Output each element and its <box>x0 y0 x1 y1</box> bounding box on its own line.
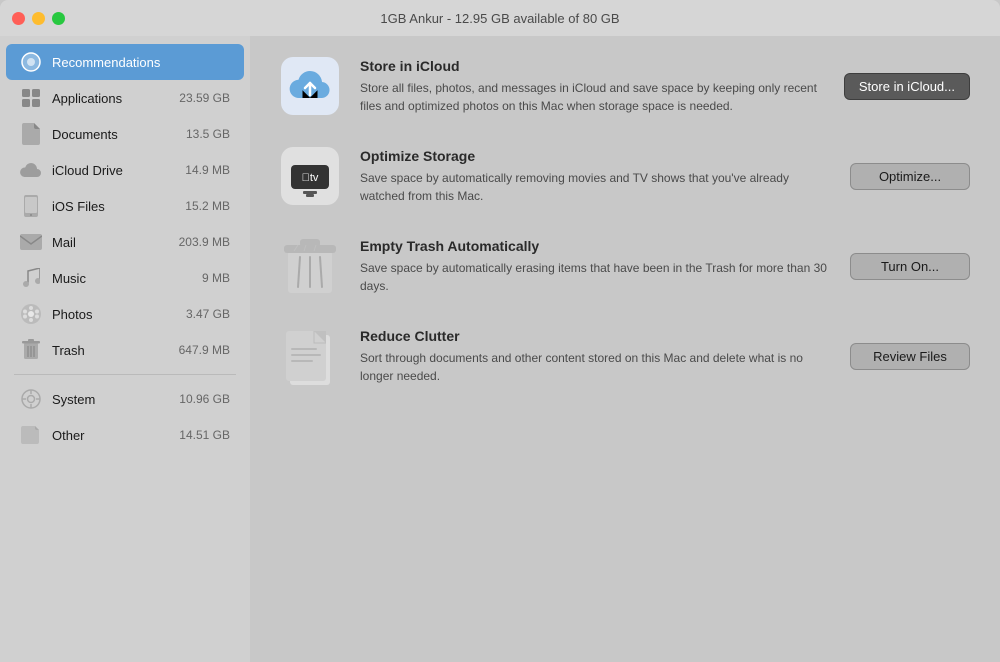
sidebar-size-system: 10.96 GB <box>179 392 230 406</box>
traffic-lights <box>12 12 65 25</box>
sidebar-label-documents: Documents <box>52 127 186 142</box>
maximize-button[interactable] <box>52 12 65 25</box>
sidebar: Recommendations Applications 23.59 GB <box>0 36 250 662</box>
sidebar-label-trash: Trash <box>52 343 179 358</box>
sidebar-item-documents[interactable]: Documents 13.5 GB <box>6 116 244 152</box>
documents-icon <box>20 123 42 145</box>
empty-trash-icon <box>280 236 340 296</box>
reduce-clutter-description: Sort through documents and other content… <box>360 349 830 385</box>
recommendations-panel: Store in iCloud Store all files, photos,… <box>250 36 1000 662</box>
sidebar-label-photos: Photos <box>52 307 186 322</box>
sidebar-label-applications: Applications <box>52 91 179 106</box>
sidebar-item-other[interactable]: Other 14.51 GB <box>6 417 244 453</box>
store-icloud-text: Store in iCloud Store all files, photos,… <box>360 58 824 115</box>
sidebar-size-music: 9 MB <box>202 271 230 285</box>
close-button[interactable] <box>12 12 25 25</box>
sidebar-item-mail[interactable]: Mail 203.9 MB <box>6 224 244 260</box>
photos-icon <box>20 303 42 325</box>
sidebar-label-other: Other <box>52 428 179 443</box>
mail-icon <box>20 231 42 253</box>
sidebar-divider <box>14 374 236 375</box>
sidebar-item-icloud-drive[interactable]: iCloud Drive 14.9 MB <box>6 152 244 188</box>
optimize-storage-description: Save space by automatically removing mov… <box>360 169 830 205</box>
store-icloud-description: Store all files, photos, and messages in… <box>360 79 824 115</box>
sidebar-label-recommendations: Recommendations <box>52 55 230 70</box>
sidebar-label-music: Music <box>52 271 202 286</box>
recommendation-store-icloud: Store in iCloud Store all files, photos,… <box>280 56 970 116</box>
sidebar-item-music[interactable]: Music 9 MB <box>6 260 244 296</box>
optimize-storage-button[interactable]: Optimize... <box>850 163 970 190</box>
sidebar-item-photos[interactable]: Photos 3.47 GB <box>6 296 244 332</box>
system-icon <box>20 388 42 410</box>
sidebar-item-applications[interactable]: Applications 23.59 GB <box>6 80 244 116</box>
store-icloud-icon <box>280 56 340 116</box>
sidebar-size-trash: 647.9 MB <box>179 343 230 357</box>
svg-text:tv: tv <box>302 172 319 184</box>
store-icloud-button[interactable]: Store in iCloud... <box>844 73 970 100</box>
recommendation-empty-trash: Empty Trash Automatically Save space by … <box>280 236 970 296</box>
window-title: 1GB Ankur - 12.95 GB available of 80 GB <box>380 11 619 26</box>
sidebar-size-photos: 3.47 GB <box>186 307 230 321</box>
reduce-clutter-button[interactable]: Review Files <box>850 343 970 370</box>
trash-icon <box>20 339 42 361</box>
other-icon <box>20 424 42 446</box>
icloud-drive-icon <box>20 159 42 181</box>
sidebar-label-system: System <box>52 392 179 407</box>
recommendations-icon <box>20 51 42 73</box>
ios-files-icon <box>20 195 42 217</box>
sidebar-size-icloud-drive: 14.9 MB <box>185 163 230 177</box>
recommendation-reduce-clutter: Reduce Clutter Sort through documents an… <box>280 326 970 386</box>
sidebar-item-trash[interactable]: Trash 647.9 MB <box>6 332 244 368</box>
sidebar-label-mail: Mail <box>52 235 179 250</box>
minimize-button[interactable] <box>32 12 45 25</box>
sidebar-item-recommendations[interactable]: Recommendations <box>6 44 244 80</box>
main-content: Recommendations Applications 23.59 GB <box>0 36 1000 662</box>
sidebar-label-icloud-drive: iCloud Drive <box>52 163 185 178</box>
sidebar-item-system[interactable]: System 10.96 GB <box>6 381 244 417</box>
sidebar-label-ios-files: iOS Files <box>52 199 185 214</box>
empty-trash-button[interactable]: Turn On... <box>850 253 970 280</box>
applications-icon <box>20 87 42 109</box>
reduce-clutter-title: Reduce Clutter <box>360 328 830 344</box>
recommendation-optimize-storage: tv Optimize Storage Save space by autom… <box>280 146 970 206</box>
title-bar: 1GB Ankur - 12.95 GB available of 80 GB <box>0 0 1000 36</box>
store-icloud-title: Store in iCloud <box>360 58 824 74</box>
optimize-storage-text: Optimize Storage Save space by automatic… <box>360 148 830 205</box>
reduce-clutter-icon <box>280 326 340 386</box>
sidebar-size-other: 14.51 GB <box>179 428 230 442</box>
sidebar-size-ios-files: 15.2 MB <box>185 199 230 213</box>
sidebar-size-mail: 203.9 MB <box>179 235 230 249</box>
sidebar-size-documents: 13.5 GB <box>186 127 230 141</box>
sidebar-item-ios-files[interactable]: iOS Files 15.2 MB <box>6 188 244 224</box>
sidebar-size-applications: 23.59 GB <box>179 91 230 105</box>
empty-trash-description: Save space by automatically erasing item… <box>360 259 830 295</box>
optimize-storage-title: Optimize Storage <box>360 148 830 164</box>
music-icon <box>20 267 42 289</box>
optimize-storage-icon: tv <box>280 146 340 206</box>
reduce-clutter-text: Reduce Clutter Sort through documents an… <box>360 328 830 385</box>
empty-trash-text: Empty Trash Automatically Save space by … <box>360 238 830 295</box>
empty-trash-title: Empty Trash Automatically <box>360 238 830 254</box>
